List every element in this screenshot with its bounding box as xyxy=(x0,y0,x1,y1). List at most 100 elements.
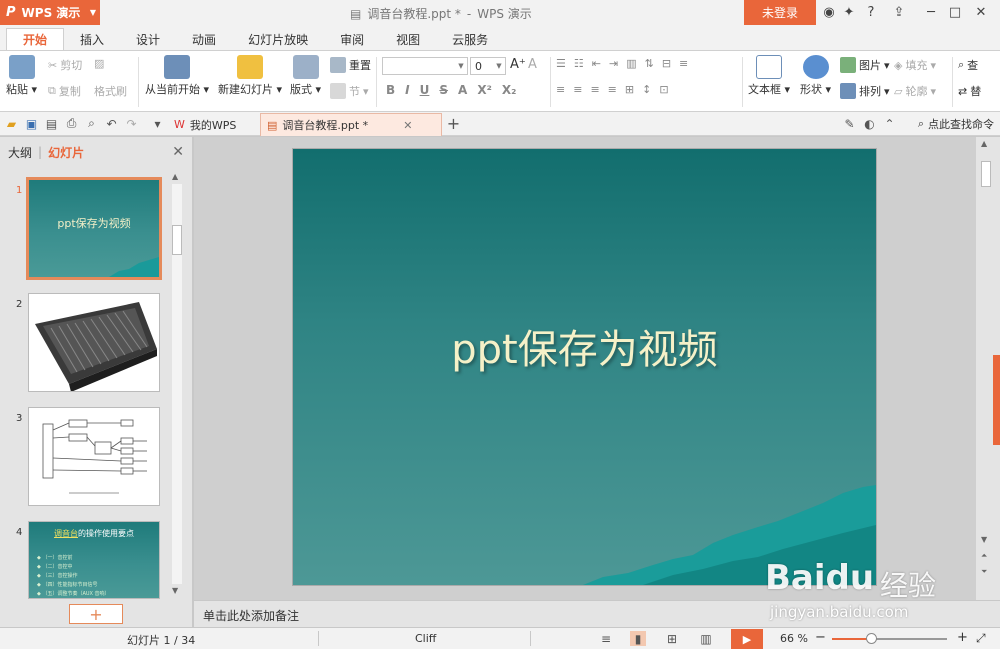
underline-button[interactable]: U xyxy=(420,83,430,97)
tab-cloud[interactable]: 云服务 xyxy=(436,28,504,50)
tab-design[interactable]: 设计 xyxy=(120,28,176,50)
format-painter-button[interactable]: 格式刷 xyxy=(94,83,127,99)
current-slide[interactable]: ppt保存为视频 xyxy=(293,149,876,585)
align-text-icon[interactable]: ⊟ xyxy=(662,57,671,70)
slides-panel-scrollbar[interactable]: ▲ ▼ xyxy=(170,170,184,598)
zoom-slider-knob[interactable] xyxy=(866,633,878,644)
scroll-up-icon[interactable]: ▲ xyxy=(172,172,178,181)
tab-slides[interactable]: 幻灯片 xyxy=(48,144,84,161)
slide-thumbnail-row[interactable]: 3 xyxy=(0,407,170,507)
paragraph-spacing-icon[interactable]: ↕ xyxy=(642,83,651,96)
upload-icon[interactable]: ⇪ xyxy=(890,4,908,21)
justify-icon[interactable]: ≡ xyxy=(608,83,617,96)
pin-icon[interactable]: ✎ xyxy=(842,116,857,131)
save-icon[interactable]: ▣ xyxy=(24,116,39,131)
collapse-icon[interactable]: ⌃ xyxy=(882,116,897,131)
textbox-button[interactable]: 文本框 ▾ xyxy=(748,55,790,97)
previous-slide-icon[interactable]: ⏶ xyxy=(981,551,987,561)
columns-icon[interactable]: ▥ xyxy=(626,57,636,70)
login-button[interactable]: 未登录 xyxy=(744,0,816,25)
fit-window-icon[interactable]: ⤢ xyxy=(976,631,986,646)
chevron-down-icon[interactable]: ▾ xyxy=(150,116,165,131)
subscript-button[interactable]: X₂ xyxy=(502,83,517,97)
help-icon[interactable]: ? xyxy=(862,4,880,21)
picture-button[interactable]: 图片 ▾ xyxy=(840,57,890,73)
decrease-indent-icon[interactable]: ⇤ xyxy=(592,57,601,70)
export-pdf-icon[interactable]: ▤ xyxy=(44,116,59,131)
layout-button[interactable]: 版式 ▾ xyxy=(290,55,321,97)
bold-button[interactable]: B xyxy=(386,83,395,97)
undo-icon[interactable]: ↶ xyxy=(104,116,119,131)
redo-icon[interactable]: ↷ xyxy=(124,116,139,131)
shirt-icon[interactable]: ✦ xyxy=(840,4,858,21)
slide-thumbnail-row[interactable]: 4 调音台的操作使用要点 ◆ （一）音控前 ◆ （二）音控中 ◆ （三）音控操作… xyxy=(0,521,170,601)
strikethrough-button[interactable]: S xyxy=(439,83,448,97)
fill-button[interactable]: ◈ 填充 ▾ xyxy=(894,57,936,73)
slide-thumbnail-row[interactable]: 2 xyxy=(0,293,170,393)
shrink-font-button[interactable]: A xyxy=(528,57,537,72)
replace-button[interactable]: ⇄ 替 xyxy=(958,83,981,99)
slide-thumbnail-row[interactable]: 1 ppt保存为视频 xyxy=(0,177,170,280)
normal-view-icon[interactable]: ▮ xyxy=(630,631,646,646)
new-slide-button[interactable]: 新建幻灯片 ▾ xyxy=(218,55,282,97)
from-current-button[interactable]: 从当前开始 ▾ xyxy=(145,55,209,97)
find-button[interactable]: ⌕ 查 xyxy=(958,57,978,73)
skin-icon[interactable]: ◉ xyxy=(820,4,838,21)
tab-current-document[interactable]: ▤ 调音台教程.ppt * ✕ xyxy=(260,113,442,136)
slide-sorter-icon[interactable]: ⊞ xyxy=(664,631,680,646)
slide-thumbnail[interactable] xyxy=(28,293,160,392)
scroll-down-icon[interactable]: ▼ xyxy=(172,586,178,595)
scroll-thumb[interactable] xyxy=(981,161,991,187)
distribute-icon[interactable]: ⊞ xyxy=(625,83,634,96)
section-button[interactable]: 节 ▾ xyxy=(330,83,369,99)
print-icon[interactable]: ⎙ xyxy=(64,116,79,131)
smart-art-icon[interactable]: ⊡ xyxy=(659,83,668,96)
task-pane-handle[interactable] xyxy=(993,355,1000,445)
app-menu-button[interactable]: P WPS 演示 ▼ xyxy=(0,0,100,25)
tab-slideshow[interactable]: 幻灯片放映 xyxy=(232,28,324,50)
add-slide-button[interactable]: + xyxy=(69,604,123,624)
open-folder-icon[interactable]: ▰ xyxy=(4,116,19,131)
text-direction-icon[interactable]: ⇅ xyxy=(645,57,654,70)
tab-review[interactable]: 审阅 xyxy=(324,28,380,50)
outline-button[interactable]: ▱ 轮廓 ▾ xyxy=(894,83,936,99)
maximize-icon[interactable]: □ xyxy=(946,4,964,21)
notes-toggle-icon[interactable]: ≡ xyxy=(598,631,614,646)
tab-home[interactable]: 开始 xyxy=(6,28,65,50)
new-tab-icon[interactable]: + xyxy=(446,114,461,133)
reading-view-icon[interactable]: ▥ xyxy=(698,631,714,646)
slide-thumbnail[interactable]: ppt保存为视频 xyxy=(26,177,162,280)
align-center-icon[interactable]: ≡ xyxy=(573,83,582,96)
play-slideshow-button[interactable]: ▶ xyxy=(731,629,763,649)
font-name-select[interactable]: ▼ xyxy=(382,57,468,75)
scroll-up-icon[interactable]: ▲ xyxy=(981,139,987,148)
zoom-slider[interactable] xyxy=(832,633,947,644)
print-preview-icon[interactable]: ⌕ xyxy=(84,116,99,131)
zoom-out-icon[interactable]: − xyxy=(815,630,826,645)
font-size-select[interactable]: 0 ▼ xyxy=(470,57,506,75)
find-command[interactable]: ⌕ 点此查找命令 xyxy=(918,116,994,132)
font-color-button[interactable]: A xyxy=(458,83,467,97)
grow-font-button[interactable]: A⁺ xyxy=(510,57,526,72)
numbering-icon[interactable]: ☷ xyxy=(574,57,584,70)
tab-insert[interactable]: 插入 xyxy=(64,28,120,50)
align-left-icon[interactable]: ≡ xyxy=(556,83,565,96)
scroll-thumb[interactable] xyxy=(172,225,182,255)
arrange-button[interactable]: 排列 ▾ xyxy=(840,83,890,99)
align-right-icon[interactable]: ≡ xyxy=(590,83,599,96)
tab-view[interactable]: 视图 xyxy=(380,28,436,50)
slide-thumbnail[interactable] xyxy=(28,407,160,506)
tab-my-wps[interactable]: W 我的WPS xyxy=(168,113,242,136)
reset-button[interactable]: 重置 xyxy=(330,57,371,73)
cut-button[interactable]: ✂ 剪切 xyxy=(48,57,82,73)
close-icon[interactable]: ✕ xyxy=(172,144,184,160)
line-spacing-icon[interactable]: ≡ xyxy=(679,57,688,70)
bullets-icon[interactable]: ☰ xyxy=(556,57,566,70)
slide-thumbnail[interactable]: 调音台的操作使用要点 ◆ （一）音控前 ◆ （二）音控中 ◆ （三）音控操作 ◆… xyxy=(28,521,160,599)
tab-outline[interactable]: 大纲 xyxy=(8,144,32,161)
minimize-icon[interactable]: ─ xyxy=(922,4,940,21)
increase-indent-icon[interactable]: ⇥ xyxy=(609,57,618,70)
close-icon[interactable]: ✕ xyxy=(972,4,990,21)
zoom-in-icon[interactable]: + xyxy=(957,630,968,645)
paste-button[interactable]: 粘贴 ▾ xyxy=(6,55,37,97)
